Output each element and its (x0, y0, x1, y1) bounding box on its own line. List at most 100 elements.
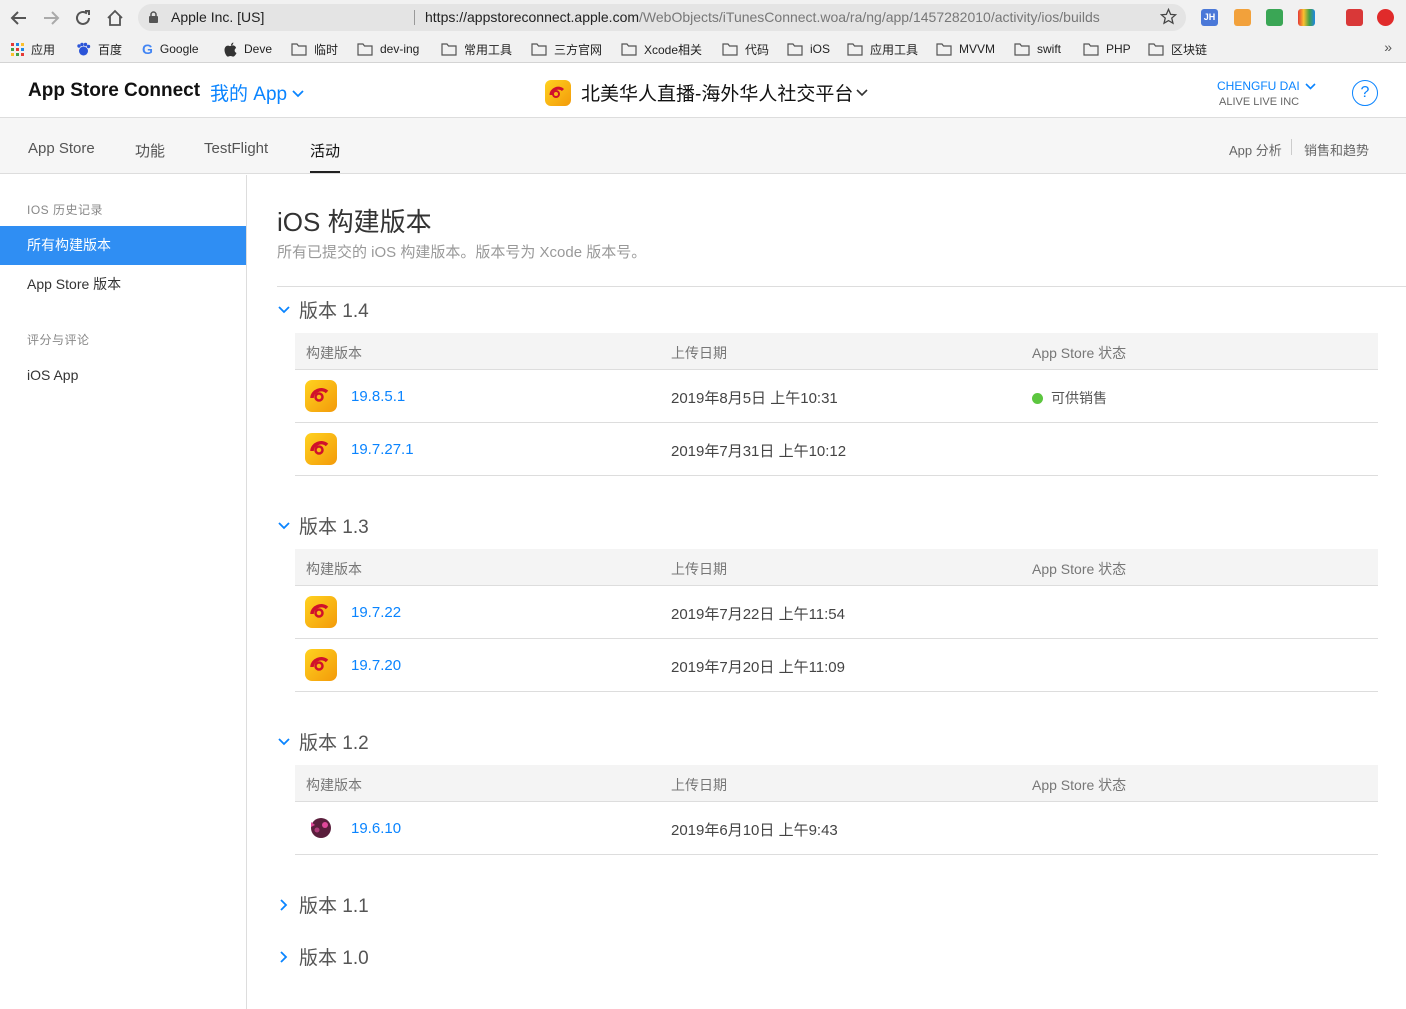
forward-icon[interactable] (40, 7, 62, 29)
build-number-link[interactable]: 19.7.27.1 (351, 441, 414, 458)
bookmark-folder[interactable]: PHP (1083, 40, 1131, 58)
my-apps-menu[interactable]: 我的 App (210, 79, 304, 106)
bookmark-label: 代码 (745, 42, 770, 57)
sidebar-item-all-builds[interactable]: 所有构建版本 (0, 226, 246, 265)
tab-features[interactable]: 功能 (135, 140, 165, 161)
account-menu[interactable]: CHENGFU DAI ALIVE LIVE INC (1217, 79, 1316, 108)
red-extension-icon[interactable] (1346, 9, 1363, 26)
bookmark-apps[interactable]: 应用 (11, 40, 55, 58)
bookmark-folder[interactable]: MVVM (936, 40, 995, 58)
my-apps-label: 我的 App (210, 84, 288, 105)
version-group-toggle[interactable]: 版本 1.1 (277, 891, 369, 918)
brand-title[interactable]: App Store Connect (28, 80, 200, 102)
reload-icon[interactable] (72, 7, 94, 29)
table-row: 19.8.5.1 2019年8月5日 上午10:31 可供销售 (295, 370, 1378, 423)
bookmark-label: 百度 (98, 42, 123, 57)
bookmark-folder[interactable]: dev-ing (357, 40, 419, 58)
bookmark-folder[interactable]: 三方官网 (531, 40, 602, 58)
sidebar-item-app-store-versions[interactable]: App Store 版本 (0, 265, 246, 304)
baidu-icon (76, 42, 91, 57)
bookmark-folder[interactable]: 代码 (722, 40, 769, 58)
help-button[interactable]: ? (1352, 80, 1378, 106)
version-label: 版本 1.3 (299, 517, 369, 538)
tab-activity[interactable]: 活动 (310, 140, 341, 173)
status-ready-icon (1032, 392, 1043, 404)
version-group-toggle[interactable]: 版本 1.3 (277, 512, 369, 539)
table-row: 19.7.20 2019年7月20日 上午11:09 (295, 639, 1378, 692)
bookmark-baidu[interactable]: 百度 (76, 40, 122, 58)
upload-extension-icon[interactable] (1377, 9, 1394, 26)
tab-app-analytics[interactable]: App 分析 (1229, 140, 1282, 159)
chevron-down-icon (277, 737, 291, 746)
back-icon[interactable] (8, 7, 30, 29)
column-upload-date[interactable]: 上传日期 (671, 775, 727, 795)
build-status: 可供销售 (1032, 388, 1107, 408)
tab-testflight[interactable]: TestFlight (204, 140, 268, 157)
url-text: https://appstoreconnect.apple.com/WebObj… (425, 9, 1100, 25)
address-bar[interactable]: Apple Inc. [US] https://appstoreconnect.… (138, 4, 1186, 31)
bookmark-star-icon[interactable] (1159, 7, 1178, 30)
chevron-down-icon (292, 82, 304, 104)
column-app-store-status[interactable]: App Store 状态 (1032, 775, 1126, 795)
build-number-link[interactable]: 19.8.5.1 (351, 388, 405, 405)
page-title: iOS 构建版本 (277, 207, 432, 237)
bookmark-folder[interactable]: Xcode相关 (621, 40, 702, 58)
bookmark-label: 应用工具 (870, 42, 919, 57)
bookmark-label: iOS (810, 42, 831, 56)
url-host: https://appstoreconnect.apple.com (425, 9, 640, 25)
main-content: iOS 构建版本 所有已提交的 iOS 构建版本。版本号为 Xcode 版本号。… (247, 175, 1406, 1009)
column-upload-date[interactable]: 上传日期 (671, 559, 727, 579)
color-extension-icon[interactable] (1298, 9, 1315, 26)
bookmark-deve[interactable]: Deve (224, 40, 272, 58)
bookmarks-overflow-button[interactable]: » (1384, 39, 1392, 55)
chevron-down-icon (856, 84, 868, 102)
build-number-link[interactable]: 19.6.10 (351, 820, 401, 837)
bookmark-folder[interactable]: iOS (787, 40, 830, 58)
status-text: 可供销售 (1051, 390, 1107, 406)
bookmark-folder[interactable]: 临时 (291, 40, 338, 58)
bookmark-label: 三方官网 (554, 42, 603, 57)
tab-app-store[interactable]: App Store (28, 140, 95, 157)
build-app-icon (305, 812, 337, 844)
bookmark-google[interactable]: G Google (142, 40, 199, 58)
version-group-toggle[interactable]: 版本 1.4 (277, 296, 369, 323)
version-label: 版本 1.4 (299, 301, 369, 322)
folder-icon (722, 42, 738, 56)
fox-extension-icon[interactable] (1234, 9, 1251, 26)
address-divider (414, 10, 415, 25)
table-header: 构建版本 上传日期 App Store 状态 (295, 765, 1378, 802)
column-build[interactable]: 构建版本 (306, 775, 362, 795)
folder-icon (621, 42, 637, 56)
app-icon (545, 79, 571, 106)
bookmark-label: MVVM (959, 42, 995, 56)
section-tabs: App Store 功能 TestFlight 活动 App 分析 销售和趋势 (0, 118, 1406, 174)
bookmark-label: dev-ing (380, 42, 420, 56)
chevron-down-icon (277, 305, 291, 314)
folder-icon (1148, 42, 1164, 56)
tab-divider (1291, 139, 1292, 155)
tab-sales-trends[interactable]: 销售和趋势 (1304, 140, 1369, 159)
build-number-link[interactable]: 19.7.20 (351, 657, 401, 674)
sidebar-item-ios-app[interactable]: iOS App (0, 356, 246, 395)
version-group-toggle[interactable]: 版本 1.2 (277, 728, 369, 755)
google-extension-icon[interactable] (1266, 9, 1283, 26)
home-icon[interactable] (104, 7, 126, 29)
table-header: 构建版本 上传日期 App Store 状态 (295, 333, 1378, 370)
bookmark-folder[interactable]: 区块链 (1148, 40, 1207, 58)
column-build[interactable]: 构建版本 (306, 559, 362, 579)
build-number-link[interactable]: 19.7.22 (351, 604, 401, 621)
bookmark-folder[interactable]: 常用工具 (441, 40, 512, 58)
column-build[interactable]: 构建版本 (306, 343, 362, 363)
build-app-icon (305, 433, 337, 465)
app-switcher[interactable]: 北美华人直播-海外华人社交平台 (545, 79, 868, 106)
bookmark-folder[interactable]: 应用工具 (847, 40, 918, 58)
user-name: CHENGFU DAI (1217, 79, 1300, 93)
column-app-store-status[interactable]: App Store 状态 (1032, 559, 1126, 579)
jh-extension-icon[interactable]: JH (1201, 9, 1218, 26)
folder-icon (291, 42, 307, 56)
column-upload-date[interactable]: 上传日期 (671, 343, 727, 363)
folder-icon (847, 42, 863, 56)
bookmark-folder[interactable]: swift (1014, 40, 1061, 58)
column-app-store-status[interactable]: App Store 状态 (1032, 343, 1126, 363)
version-group-toggle[interactable]: 版本 1.0 (277, 943, 369, 970)
